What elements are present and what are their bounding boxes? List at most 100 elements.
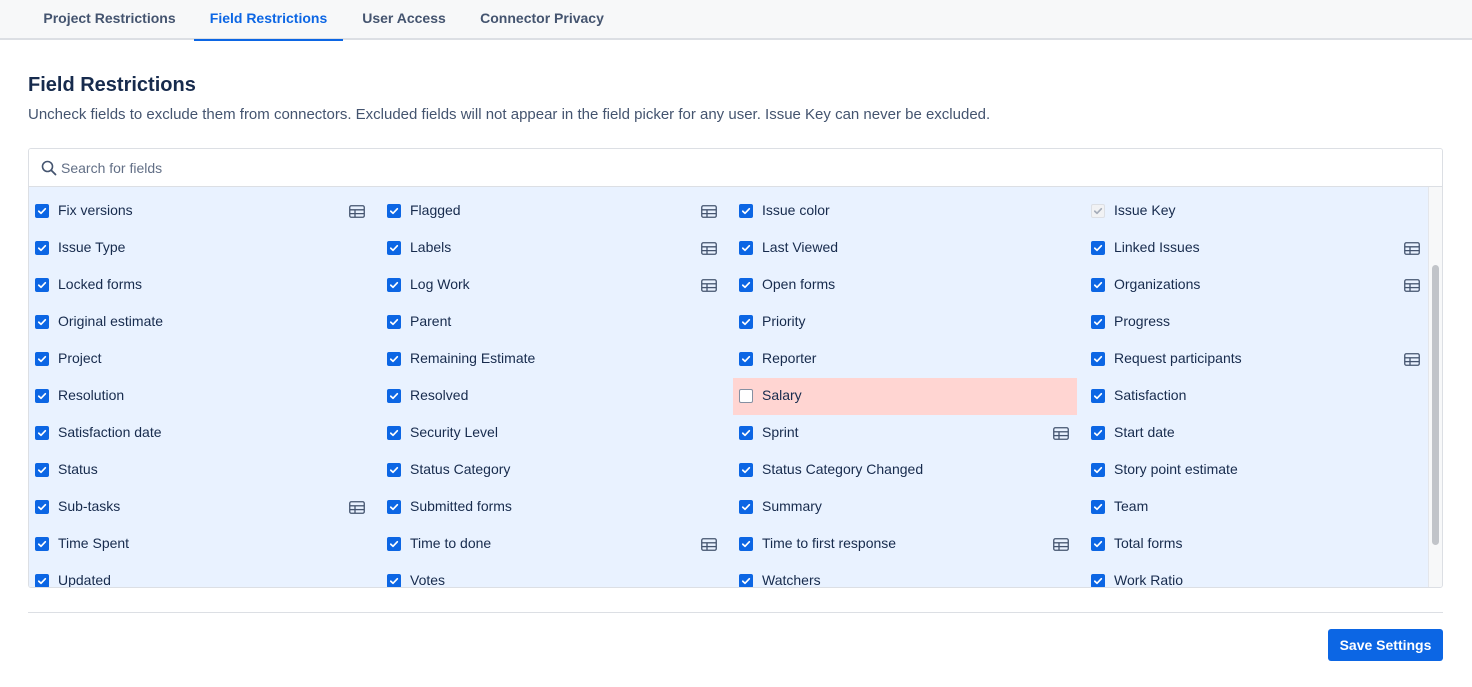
field-row[interactable]: Issue Type — [29, 230, 373, 267]
field-checkbox[interactable] — [35, 278, 49, 292]
field-row[interactable]: Labels — [381, 230, 725, 267]
field-checkbox[interactable] — [739, 315, 753, 329]
field-checkbox[interactable] — [1091, 352, 1105, 366]
field-checkbox[interactable] — [1091, 241, 1105, 255]
field-row[interactable]: Salary — [733, 378, 1077, 415]
field-checkbox[interactable] — [387, 352, 401, 366]
field-checkbox[interactable] — [1091, 315, 1105, 329]
field-row[interactable]: Votes — [381, 563, 725, 588]
field-row[interactable]: Watchers — [733, 563, 1077, 587]
field-checkbox[interactable] — [739, 500, 753, 514]
field-checkbox[interactable] — [739, 426, 753, 440]
field-row[interactable]: Status Category Changed — [733, 452, 1077, 489]
field-row[interactable]: Issue color — [733, 193, 1077, 230]
field-checkbox[interactable] — [35, 500, 49, 514]
field-checkbox[interactable] — [35, 352, 49, 366]
field-row[interactable]: Start date — [1085, 415, 1428, 452]
search-input[interactable] — [61, 155, 1421, 181]
field-row[interactable]: Open forms — [733, 267, 1077, 304]
field-row[interactable]: Work Ratio — [1085, 563, 1428, 587]
field-row[interactable]: Log Work — [381, 267, 725, 304]
field-checkbox[interactable] — [739, 352, 753, 366]
field-checkbox[interactable] — [739, 389, 753, 403]
checkmark-icon — [1093, 355, 1103, 363]
tab-field-restrictions[interactable]: Field Restrictions — [194, 0, 343, 41]
field-row[interactable]: Summary — [733, 489, 1077, 526]
field-row[interactable]: Remaining Estimate — [381, 341, 725, 378]
save-settings-button[interactable]: Save Settings — [1328, 629, 1443, 661]
field-label: Votes — [410, 572, 446, 588]
field-checkbox[interactable] — [739, 204, 753, 218]
checkmark-icon — [37, 429, 47, 437]
tab-project-restrictions[interactable]: Project Restrictions — [28, 0, 191, 40]
field-row[interactable]: Time Spent — [29, 526, 373, 563]
field-checkbox[interactable] — [35, 204, 49, 218]
field-row[interactable]: Sub-tasks — [29, 489, 373, 526]
tab-user-access[interactable]: User Access — [347, 0, 461, 40]
tab-connector-privacy[interactable]: Connector Privacy — [465, 0, 619, 40]
field-checkbox[interactable] — [387, 278, 401, 292]
field-row[interactable]: Linked Issues — [1085, 230, 1428, 267]
checkmark-icon — [741, 355, 751, 363]
field-row[interactable]: Progress — [1085, 304, 1428, 341]
scrollbar-thumb[interactable] — [1432, 265, 1439, 545]
field-row[interactable]: Submitted forms — [381, 489, 725, 526]
field-row[interactable]: Time to done — [381, 526, 725, 563]
field-row[interactable]: Reporter — [733, 341, 1077, 378]
field-row[interactable]: Last Viewed — [733, 230, 1077, 267]
field-checkbox[interactable] — [35, 241, 49, 255]
field-row[interactable]: Project — [29, 341, 373, 378]
field-row[interactable]: Satisfaction — [1085, 378, 1428, 415]
field-checkbox[interactable] — [387, 537, 401, 551]
field-row[interactable]: Fix versions — [29, 193, 373, 230]
field-checkbox[interactable] — [387, 389, 401, 403]
field-checkbox[interactable] — [387, 426, 401, 440]
field-row[interactable]: Locked forms — [29, 267, 373, 304]
field-checkbox[interactable] — [1091, 574, 1105, 587]
field-checkbox[interactable] — [35, 315, 49, 329]
field-row[interactable]: Status — [29, 452, 373, 489]
field-checkbox[interactable] — [387, 574, 401, 587]
field-row[interactable]: Updated — [29, 563, 373, 587]
field-row[interactable]: Total forms — [1085, 526, 1428, 563]
field-row[interactable]: Request participants — [1085, 341, 1428, 378]
field-row[interactable]: Resolved — [381, 378, 725, 415]
field-checkbox[interactable] — [387, 241, 401, 255]
field-checkbox[interactable] — [1091, 426, 1105, 440]
scrollbar[interactable] — [1428, 187, 1442, 587]
field-row[interactable]: Priority — [733, 304, 1077, 341]
field-row[interactable]: Flagged — [381, 193, 725, 230]
field-checkbox[interactable] — [35, 574, 49, 587]
field-checkbox[interactable] — [35, 537, 49, 551]
field-checkbox[interactable] — [1091, 537, 1105, 551]
field-row[interactable]: Organizations — [1085, 267, 1428, 304]
field-checkbox[interactable] — [1091, 389, 1105, 403]
field-checkbox[interactable] — [387, 500, 401, 514]
field-checkbox[interactable] — [35, 389, 49, 403]
field-checkbox[interactable] — [739, 278, 753, 292]
field-row[interactable]: Resolution — [29, 378, 373, 415]
field-checkbox[interactable] — [35, 463, 49, 477]
field-row[interactable]: Team — [1085, 489, 1428, 526]
field-checkbox[interactable] — [739, 463, 753, 477]
field-row[interactable]: Parent — [381, 304, 725, 341]
field-checkbox[interactable] — [387, 315, 401, 329]
field-row[interactable]: Story point estimate — [1085, 452, 1428, 489]
field-row[interactable]: Sprint — [733, 415, 1077, 452]
field-label: Project — [58, 350, 102, 366]
field-row[interactable]: Security Level — [381, 415, 725, 452]
field-checkbox[interactable] — [1091, 278, 1105, 292]
field-checkbox[interactable] — [35, 426, 49, 440]
field-checkbox[interactable] — [1091, 500, 1105, 514]
field-row[interactable]: Satisfaction date — [29, 415, 373, 452]
field-row[interactable]: Original estimate — [29, 304, 373, 341]
field-checkbox[interactable] — [739, 241, 753, 255]
field-row[interactable]: Status Category — [381, 452, 725, 489]
field-checkbox[interactable] — [739, 574, 753, 587]
field-checkbox[interactable] — [387, 463, 401, 477]
field-row[interactable]: Issue Key — [1085, 193, 1428, 230]
field-checkbox[interactable] — [1091, 463, 1105, 477]
field-checkbox[interactable] — [387, 204, 401, 218]
field-row[interactable]: Time to first response — [733, 526, 1077, 563]
field-checkbox[interactable] — [739, 537, 753, 551]
